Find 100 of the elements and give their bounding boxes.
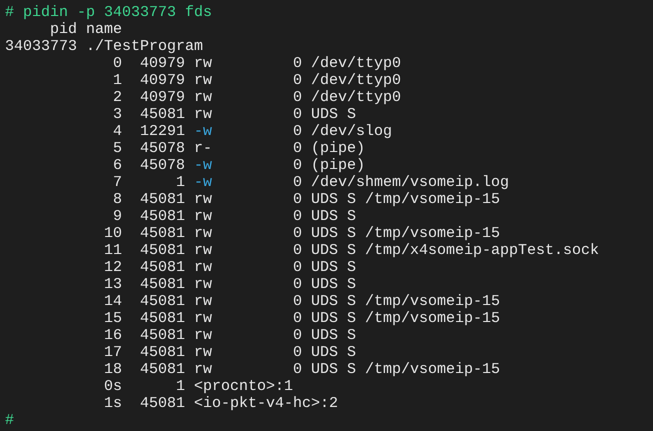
file-path: UDS S /tmp/vsomeip-15 bbox=[311, 293, 500, 310]
fd-number: 7 bbox=[112, 174, 122, 191]
mode-flags: rw bbox=[194, 225, 212, 242]
pid-value: 40979 bbox=[139, 89, 186, 106]
pid-value: 45081 bbox=[139, 106, 186, 123]
mode-flags: -w bbox=[194, 157, 212, 174]
fd-number: 17 bbox=[103, 344, 122, 361]
offset-value: 0 bbox=[292, 174, 302, 191]
fd-number: 11 bbox=[103, 242, 122, 259]
pid-value: 45078 bbox=[139, 157, 186, 174]
offset-value: 0 bbox=[292, 242, 302, 259]
column-header: pid bbox=[48, 21, 77, 38]
file-path: UDS S bbox=[311, 259, 356, 276]
file-path: UDS S /tmp/vsomeip-15 bbox=[311, 191, 500, 208]
offset-value: 0 bbox=[292, 276, 302, 293]
mode-flags: rw bbox=[194, 344, 212, 361]
pid-value: 45081 bbox=[139, 293, 186, 310]
fd-number: 15 bbox=[103, 310, 122, 327]
file-path: /dev/ttyp0 bbox=[311, 89, 402, 106]
file-path: UDS S /tmp/x4someip-appTest.sock bbox=[311, 242, 600, 259]
file-path: /dev/ttyp0 bbox=[311, 72, 402, 89]
file-path: UDS S /tmp/vsomeip-15 bbox=[311, 361, 500, 378]
offset-value: 0 bbox=[292, 310, 302, 327]
pid-value: 40979 bbox=[139, 72, 186, 89]
fd-number: 12 bbox=[103, 259, 122, 276]
pid-value: 45081 bbox=[139, 276, 186, 293]
pid-value: 45081 bbox=[139, 225, 186, 242]
pid-value: 45081 bbox=[139, 191, 186, 208]
mode-flags: rw bbox=[194, 293, 212, 310]
file-path: UDS S /tmp/vsomeip-15 bbox=[311, 225, 500, 242]
mode-flags: rw bbox=[194, 55, 212, 72]
file-path: UDS S bbox=[311, 106, 356, 123]
mode-flags: rw bbox=[194, 276, 212, 293]
offset-value: 0 bbox=[292, 293, 302, 310]
mode-flags: rw bbox=[194, 327, 212, 344]
pid-value: 45081 bbox=[139, 259, 186, 276]
offset-value: 0 bbox=[292, 259, 302, 276]
offset-value: 0 bbox=[292, 208, 302, 225]
pid-value: 45081 bbox=[139, 361, 186, 378]
fd-number: 18 bbox=[103, 361, 122, 378]
mode-flags: r- bbox=[194, 140, 212, 157]
fd-number: 1 bbox=[112, 72, 122, 89]
file-path: /dev/slog bbox=[311, 123, 392, 140]
pid-value: 1 bbox=[175, 378, 186, 395]
mode-flags: rw bbox=[194, 89, 212, 106]
fd-number: 0s bbox=[103, 378, 122, 395]
fd-number: 6 bbox=[112, 157, 122, 174]
fd-number: 10 bbox=[103, 225, 122, 242]
mode-flags: rw bbox=[194, 361, 212, 378]
fd-number: 2 bbox=[112, 89, 122, 106]
shell-prompt: # bbox=[5, 412, 14, 429]
pid-value: 45081 bbox=[139, 344, 186, 361]
offset-value: 0 bbox=[292, 327, 302, 344]
fd-number: 1s bbox=[103, 395, 122, 412]
pid-value: 45078 bbox=[139, 140, 186, 157]
file-path: UDS S bbox=[311, 327, 356, 344]
file-path: UDS S /tmp/vsomeip-15 bbox=[311, 310, 500, 327]
offset-value: 0 bbox=[292, 191, 302, 208]
file-path: (pipe) bbox=[311, 140, 366, 157]
offset-value: 0 bbox=[292, 140, 302, 157]
offset-value: 0 bbox=[292, 89, 302, 106]
fd-number: 3 bbox=[112, 106, 122, 123]
mode-flags: rw bbox=[194, 106, 212, 123]
mode-flags: -w bbox=[194, 123, 212, 140]
pid-value: 12291 bbox=[139, 123, 186, 140]
offset-value: 0 bbox=[292, 123, 302, 140]
offset-value: 0 bbox=[292, 344, 302, 361]
fd-number: 4 bbox=[112, 123, 122, 140]
offset-value: 0 bbox=[292, 361, 302, 378]
file-path: /dev/ttyp0 bbox=[311, 55, 402, 72]
server-name: <io-pkt-v4-hc>:2 bbox=[194, 395, 338, 412]
server-name: <procnto>:1 bbox=[194, 378, 294, 395]
offset-value: 0 bbox=[292, 106, 302, 123]
fd-number: 8 bbox=[112, 191, 122, 208]
pid-value: 45081 bbox=[139, 395, 186, 412]
fd-number: 0 bbox=[112, 55, 122, 72]
fd-number: 14 bbox=[103, 293, 122, 310]
file-path: (pipe) bbox=[311, 157, 366, 174]
pid-value: 45081 bbox=[139, 327, 186, 344]
mode-flags: -w bbox=[194, 174, 212, 191]
offset-value: 0 bbox=[292, 72, 302, 89]
file-path: /dev/shmem/vsomeip.log bbox=[311, 174, 510, 191]
pid-value: 45081 bbox=[139, 310, 186, 327]
file-path: UDS S bbox=[311, 276, 356, 293]
fd-number: 16 bbox=[103, 327, 122, 344]
process-name: ./TestProgram bbox=[86, 38, 204, 55]
offset-value: 0 bbox=[292, 225, 302, 242]
pid-value: 1 bbox=[175, 174, 186, 191]
pid-value: 45081 bbox=[139, 242, 186, 259]
pid-value: 40979 bbox=[139, 55, 186, 72]
pid-value: 45081 bbox=[139, 208, 186, 225]
column-header: name bbox=[86, 21, 122, 38]
offset-value: 0 bbox=[292, 55, 302, 72]
mode-flags: rw bbox=[194, 242, 212, 259]
offset-value: 0 bbox=[292, 157, 302, 174]
fd-number: 5 bbox=[112, 140, 122, 157]
mode-flags: rw bbox=[194, 310, 212, 327]
mode-flags: rw bbox=[194, 208, 212, 225]
process-id: 34033773 bbox=[5, 38, 78, 55]
mode-flags: rw bbox=[194, 259, 212, 276]
